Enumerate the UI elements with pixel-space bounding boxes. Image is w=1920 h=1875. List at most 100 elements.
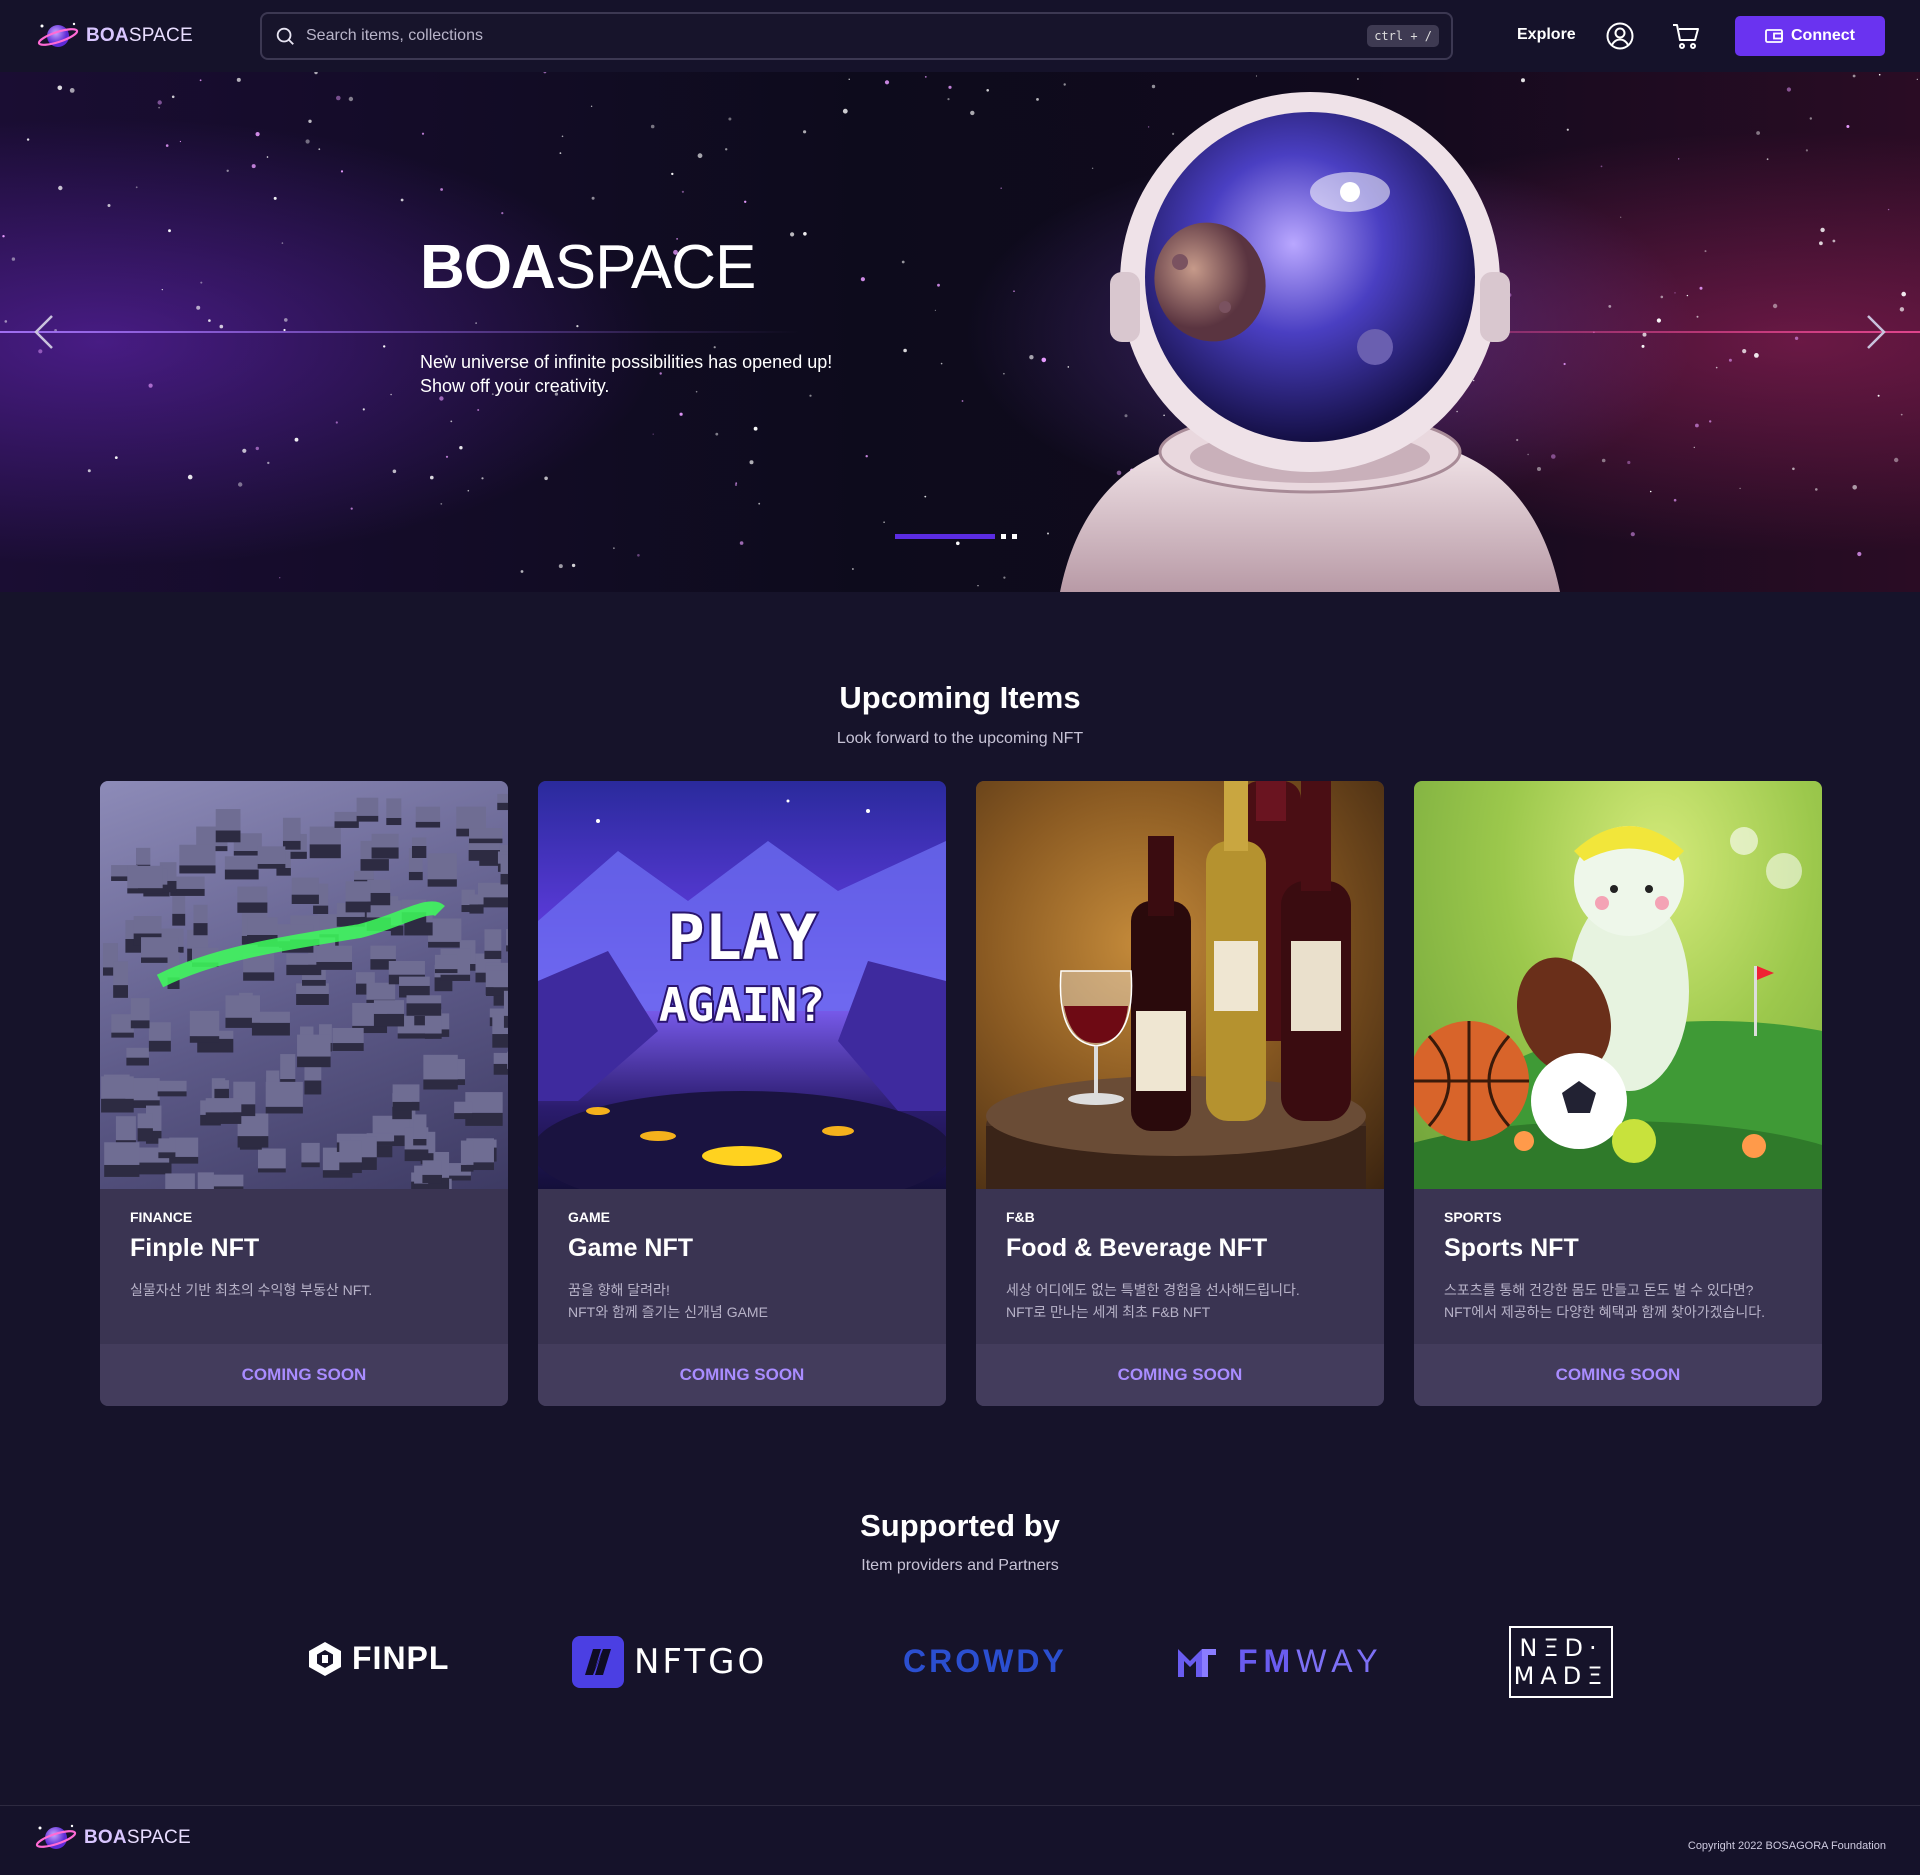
star — [1809, 117, 1813, 120]
city-block — [371, 833, 399, 859]
card-category: SPORTS — [1444, 1209, 1502, 1225]
star — [148, 383, 153, 388]
city-block — [507, 1051, 508, 1075]
star — [171, 95, 175, 99]
city-block — [506, 928, 508, 952]
star — [392, 469, 397, 474]
connect-label: Connect — [1791, 27, 1855, 44]
coming-soon-button[interactable]: COMING SOON — [976, 1344, 1384, 1406]
carousel-prev-button[interactable] — [24, 312, 64, 352]
star — [305, 139, 310, 144]
star — [591, 196, 595, 200]
star — [1715, 366, 1718, 369]
partner-crowdy[interactable]: CROWDY — [903, 1643, 1067, 1680]
star — [4, 320, 8, 323]
star — [1766, 158, 1769, 161]
carousel-dot-active[interactable] — [895, 534, 995, 539]
city-block — [130, 998, 150, 1029]
partner-needmade[interactable]: NΞD· MADΞ — [1509, 1626, 1613, 1698]
star — [860, 277, 866, 282]
star — [697, 153, 703, 159]
card-category: GAME — [568, 1209, 610, 1225]
coming-soon-button[interactable]: COMING SOON — [100, 1344, 508, 1406]
star — [576, 325, 579, 328]
upcoming-subtitle: Look forward to the upcoming NFT — [836, 730, 1084, 747]
upcoming-cards: FINANCE Finple NFT 실물자산 기반 최초의 수익형 부동산 N… — [100, 781, 1822, 1406]
star — [956, 541, 960, 546]
search-bar[interactable]: ctrl + / — [260, 12, 1453, 60]
partner-finpl[interactable]: FINPL — [308, 1640, 449, 1677]
star — [1627, 460, 1631, 465]
star — [467, 489, 470, 492]
star — [1756, 131, 1760, 135]
nft-card-fnb[interactable]: F&B Food & Beverage NFT 세상 어디에도 없는 특별한 경… — [976, 781, 1384, 1406]
star — [340, 170, 344, 173]
star — [294, 437, 299, 442]
star — [1696, 315, 1699, 318]
star — [961, 400, 964, 402]
fmway-logo-way: WAY — [1296, 1643, 1384, 1679]
star — [681, 190, 685, 193]
star — [481, 477, 484, 480]
star — [977, 585, 979, 587]
star — [459, 446, 463, 450]
city-block — [454, 1101, 473, 1120]
city-block — [469, 894, 484, 914]
city-block — [237, 886, 268, 913]
star — [1857, 551, 1862, 557]
carousel-dot[interactable] — [1012, 534, 1017, 539]
top-header: BOASPACE ctrl + / Explore Connect — [0, 0, 1920, 72]
brand-logo[interactable]: BOASPACE — [36, 20, 256, 52]
star — [57, 85, 63, 91]
star — [1786, 87, 1791, 92]
star — [1704, 250, 1707, 253]
star — [1674, 292, 1676, 294]
finpl-logo-icon — [309, 1641, 341, 1676]
star — [255, 446, 259, 451]
city-block — [104, 1142, 140, 1177]
star — [637, 554, 640, 557]
city-block — [257, 1148, 286, 1173]
carousel-dot[interactable] — [1001, 534, 1006, 539]
city-block — [215, 809, 241, 843]
city-block — [309, 826, 341, 859]
partner-nftgo[interactable]: NFTGO — [572, 1636, 767, 1688]
star — [1695, 423, 1699, 428]
connect-wallet-button[interactable]: Connect — [1735, 16, 1885, 56]
carousel-next-button[interactable] — [1856, 312, 1896, 352]
star — [390, 393, 392, 396]
city-block — [111, 1014, 134, 1038]
city-block — [165, 1173, 195, 1189]
star — [242, 448, 247, 453]
nav-explore-link[interactable]: Explore — [1517, 26, 1576, 44]
star — [1878, 73, 1881, 76]
footer-logo[interactable]: BOASPACE — [34, 1822, 254, 1854]
city-block — [179, 844, 216, 874]
city-block — [428, 918, 462, 948]
cart-button[interactable] — [1668, 18, 1704, 54]
card-description: 실물자산 기반 최초의 수익형 부동산 NFT. — [130, 1282, 373, 1298]
star — [179, 140, 181, 143]
coming-soon-button[interactable]: COMING SOON — [538, 1344, 946, 1406]
footer-logo-light: SPACE — [126, 1827, 191, 1848]
star — [1852, 74, 1856, 78]
star — [848, 78, 850, 80]
city-block — [339, 1140, 362, 1174]
star — [1846, 125, 1850, 128]
nft-card-finance[interactable]: FINANCE Finple NFT 실물자산 기반 최초의 수익형 부동산 N… — [100, 781, 508, 1406]
nft-card-sports[interactable]: SPORTS Sports NFT 스포츠를 통해 건강한 몸도 만들고 돈도 … — [1414, 781, 1822, 1406]
search-input[interactable] — [306, 27, 1368, 45]
cart-icon — [1673, 24, 1699, 49]
coming-soon-button[interactable]: COMING SOON — [1414, 1344, 1822, 1406]
partner-fmway[interactable]: FMWAY — [1176, 1643, 1384, 1680]
star — [1699, 286, 1703, 290]
star — [1693, 446, 1696, 449]
planet-logo-icon — [35, 1824, 77, 1849]
profile-button[interactable] — [1602, 18, 1638, 54]
nft-card-game[interactable]: PLAY AGAIN? GAME Game NFT 꿈을 향해 달려라! NFT… — [538, 781, 946, 1406]
card-category: F&B — [1006, 1209, 1035, 1225]
supported-subtitle: Item providers and Partners — [861, 1557, 1059, 1574]
hero-subtitle-line-2: Show off your creativity. — [420, 376, 610, 396]
city-block — [386, 798, 402, 826]
nftgo-logo-text: NFTGO — [634, 1642, 768, 1682]
